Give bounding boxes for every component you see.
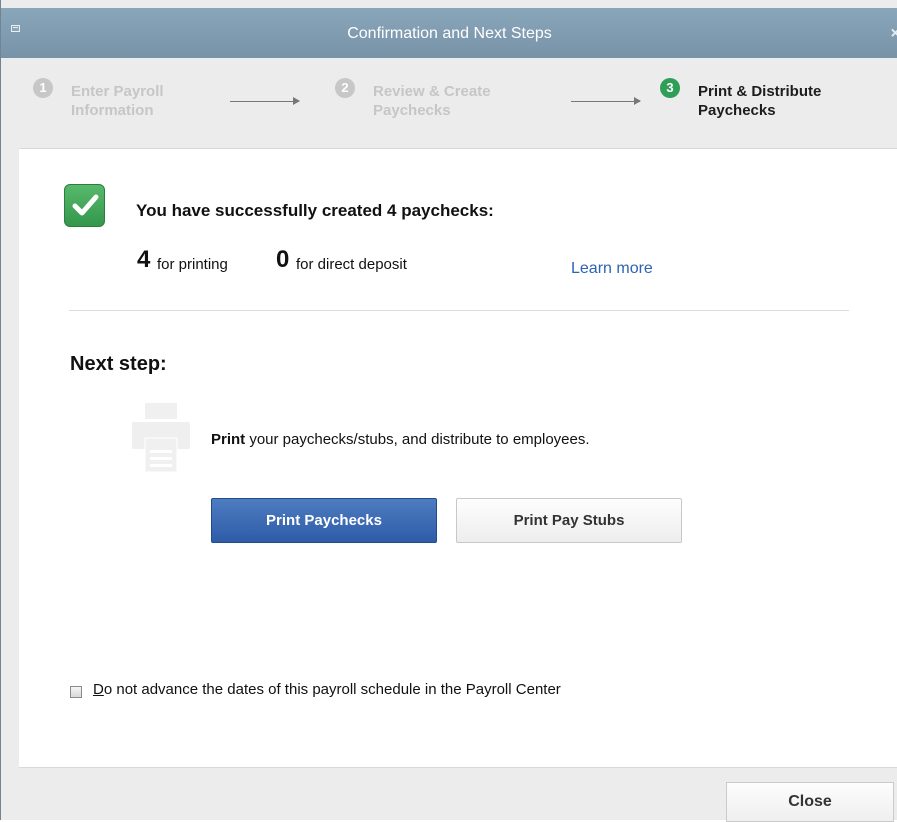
printing-label: for printing bbox=[157, 256, 228, 273]
title-bar: Confirmation and Next Steps × bbox=[1, 8, 897, 58]
do-not-advance-checkbox[interactable] bbox=[70, 686, 82, 698]
step-2-number: 2 bbox=[335, 78, 355, 98]
step-1-number: 1 bbox=[33, 78, 53, 98]
window-title: Confirmation and Next Steps bbox=[347, 25, 552, 42]
next-step-description: Print your paychecks/stubs, and distribu… bbox=[211, 431, 590, 448]
close-window-icon[interactable]: × bbox=[891, 25, 897, 43]
print-pay-stubs-button[interactable]: Print Pay Stubs bbox=[456, 498, 682, 543]
printer-icon bbox=[131, 403, 191, 473]
step-arrow-2 bbox=[571, 97, 641, 105]
divider bbox=[69, 310, 849, 311]
step-1-label: Enter Payroll Information bbox=[71, 83, 164, 119]
success-check-icon bbox=[64, 184, 105, 227]
content-panel: You have successfully created 4 paycheck… bbox=[19, 148, 897, 768]
deposit-label: for direct deposit bbox=[296, 256, 407, 273]
step-2-label: Review & Create Paychecks bbox=[373, 83, 491, 119]
printing-count: 4 bbox=[137, 246, 151, 273]
success-message: You have successfully created 4 paycheck… bbox=[136, 201, 494, 220]
print-paychecks-button[interactable]: Print Paychecks bbox=[211, 498, 437, 543]
deposit-count: 0 bbox=[276, 246, 290, 273]
step-3-label: Print & Distribute Paychecks bbox=[698, 83, 822, 119]
confirmation-window: Confirmation and Next Steps × 1 Enter Pa… bbox=[0, 0, 897, 822]
next-step-heading: Next step: bbox=[70, 353, 167, 375]
close-button[interactable]: Close bbox=[726, 782, 894, 822]
step-3-number: 3 bbox=[660, 78, 680, 98]
learn-more-link[interactable]: Learn more bbox=[571, 260, 653, 278]
step-indicator: 1 Enter Payroll Information 2 Review & C… bbox=[1, 58, 897, 148]
do-not-advance-label[interactable]: Do not advance the dates of this payroll… bbox=[93, 681, 561, 698]
step-arrow-1 bbox=[230, 97, 300, 105]
